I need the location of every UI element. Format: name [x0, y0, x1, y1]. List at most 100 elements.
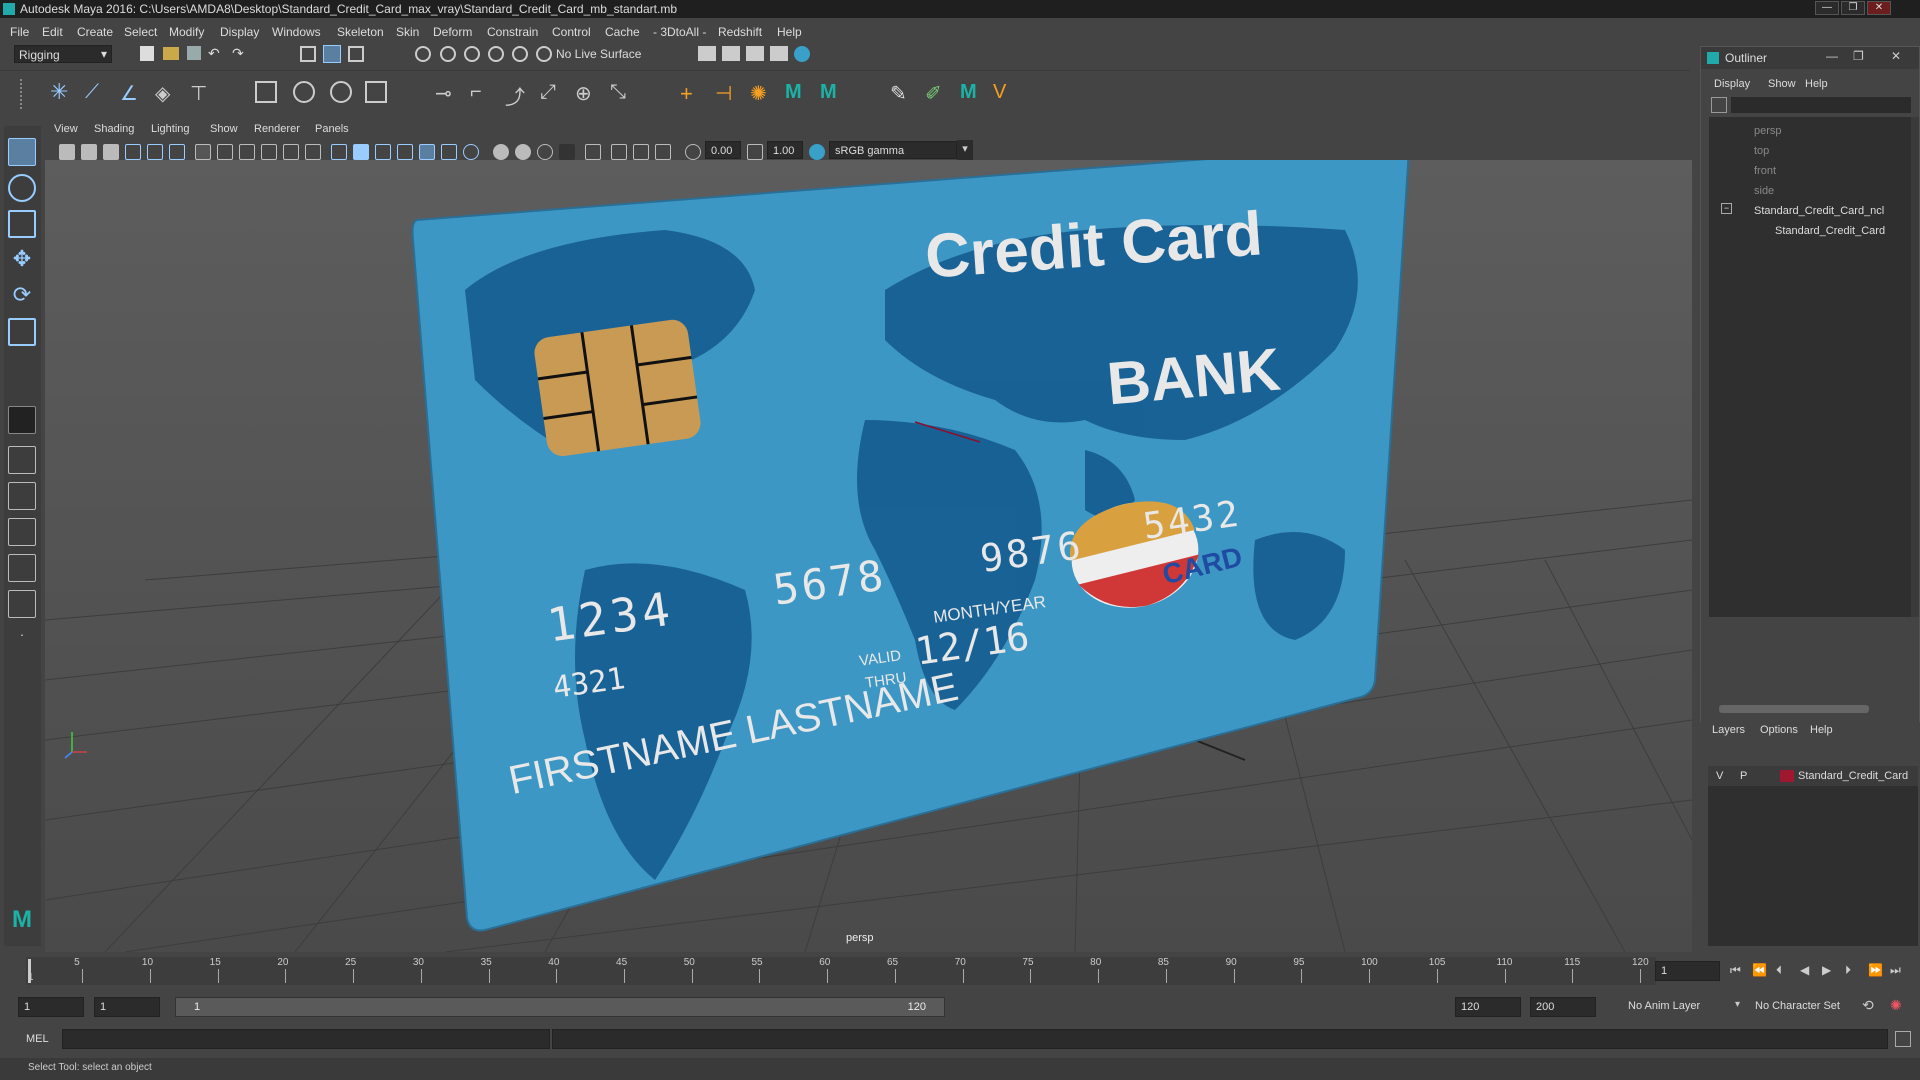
snap-live-icon[interactable] — [536, 46, 552, 62]
play-back-button[interactable]: ◀ — [1800, 963, 1809, 977]
layer-color-swatch[interactable] — [1780, 770, 1794, 782]
menu-redshift[interactable]: Redshift — [718, 25, 762, 39]
select-component-icon[interactable] — [348, 46, 364, 62]
smooth-shade-icon[interactable] — [353, 144, 369, 160]
layer-visibility-toggle[interactable]: V — [1716, 770, 1723, 782]
menu-file[interactable]: File — [10, 25, 29, 39]
grease-pencil-icon[interactable] — [169, 144, 185, 160]
menu-skeleton[interactable]: Skeleton — [337, 25, 384, 39]
outliner-item-side[interactable]: side — [1754, 185, 1774, 197]
outliner-menu-show[interactable]: Show — [1768, 78, 1796, 90]
outliner-maximize-button[interactable]: ❐ — [1853, 49, 1864, 63]
end-time-field[interactable]: 200 — [1530, 997, 1596, 1017]
menu-3dtoall[interactable]: - 3DtoAll - — [653, 25, 706, 39]
side-by-side-icon[interactable] — [8, 482, 36, 510]
outliner-item-group[interactable]: Standard_Credit_Card_ncl — [1754, 205, 1884, 217]
xray-components-icon[interactable] — [655, 144, 671, 160]
layer-name[interactable]: Standard_Credit_Card — [1798, 770, 1908, 782]
layer-playback-toggle[interactable]: P — [1740, 770, 1747, 782]
outliner-filter-icon[interactable] — [1711, 97, 1727, 113]
start-time-field[interactable]: 1 — [18, 997, 84, 1017]
menu-windows[interactable]: Windows — [272, 25, 321, 39]
lattice-icon[interactable] — [330, 81, 352, 103]
locator-icon[interactable]: + — [680, 81, 702, 106]
layers-help-menu[interactable]: Help — [1810, 724, 1833, 736]
paint-weights-icon[interactable]: ✎ — [890, 81, 912, 105]
textured-icon[interactable] — [419, 144, 435, 160]
select-camera-icon[interactable] — [59, 144, 75, 160]
gamma-icon[interactable] — [747, 144, 763, 160]
blend-shape-icon[interactable]: V — [993, 81, 1015, 103]
move-tool-icon[interactable]: ✥ — [8, 246, 36, 274]
close-button[interactable]: ✕ — [1867, 1, 1891, 15]
minimize-button[interactable]: — — [1815, 1, 1839, 15]
open-scene-icon[interactable] — [163, 47, 179, 60]
menu-cache[interactable]: Cache — [605, 25, 640, 39]
film-gate-icon[interactable] — [217, 144, 233, 160]
sculpt-icon[interactable]: ✺ — [750, 81, 772, 105]
viewport-scene[interactable] — [45, 120, 1692, 952]
layers-menu[interactable]: Layers — [1712, 724, 1745, 736]
outliner-item-front[interactable]: front — [1754, 165, 1776, 177]
hik-skeleton-icon[interactable]: M — [960, 81, 982, 103]
range-slider[interactable]: 1 120 — [175, 997, 945, 1017]
isolate-select-icon[interactable] — [585, 144, 601, 160]
maximize-button[interactable]: ❐ — [1841, 1, 1865, 15]
exposure-field[interactable]: 0.00 — [705, 141, 741, 159]
color-management-icon[interactable] — [809, 144, 825, 160]
cluster-icon[interactable] — [365, 81, 387, 103]
ipr-render-icon[interactable] — [746, 46, 764, 61]
color-space-dropdown[interactable]: sRGB gamma — [829, 141, 957, 159]
step-back-key-button[interactable]: ⏪ — [1752, 963, 1767, 977]
menu-deform[interactable]: Deform — [433, 25, 472, 39]
bind-skin-icon[interactable] — [255, 81, 277, 103]
panel-menu-shading[interactable]: Shading — [94, 123, 134, 135]
chevron-down-icon[interactable]: ▾ — [957, 140, 973, 160]
orient-joint-icon[interactable]: ⊤ — [190, 81, 212, 105]
layer-row[interactable]: V P Standard_Credit_Card — [1708, 766, 1918, 786]
field-chart-icon[interactable] — [283, 144, 299, 160]
render-frame-icon[interactable] — [722, 46, 740, 61]
outliner-item-top[interactable]: top — [1754, 145, 1769, 157]
pole-vector-icon[interactable]: ⤡ — [610, 81, 632, 103]
menu-help[interactable]: Help — [777, 25, 802, 39]
parent-constraint-icon[interactable]: ⊕ — [575, 81, 597, 105]
ssao-icon[interactable] — [493, 144, 509, 160]
hik-icon[interactable]: M — [785, 81, 807, 103]
menu-skin[interactable]: Skin — [396, 25, 419, 39]
hik-character-icon[interactable]: M — [820, 81, 842, 103]
wireframe-on-shaded-icon[interactable] — [397, 144, 413, 160]
scale-constraint-icon[interactable]: ⤢ — [540, 81, 562, 103]
safe-action-icon[interactable] — [305, 144, 321, 160]
outliner-minimize-button[interactable]: — — [1826, 49, 1838, 63]
playback-start-field[interactable]: 1 — [94, 997, 160, 1017]
layers-options-menu[interactable]: Options — [1760, 724, 1798, 736]
collapse-icon[interactable]: − — [1721, 203, 1732, 214]
menu-modify[interactable]: Modify — [169, 25, 204, 39]
smooth-bind-icon[interactable] — [293, 81, 315, 103]
snap-point-icon[interactable] — [464, 46, 480, 62]
xray-joints-icon[interactable] — [633, 144, 649, 160]
select-object-icon[interactable] — [323, 45, 341, 63]
paint-select-icon[interactable] — [8, 210, 36, 238]
2d-pan-icon[interactable] — [147, 144, 163, 160]
animation-prefs-icon[interactable]: ✺ — [1890, 997, 1902, 1014]
playback-end-field[interactable]: 120 — [1455, 997, 1521, 1017]
exposure-icon[interactable] — [685, 144, 701, 160]
viewport-3d[interactable]: Credit Card BANK 1234 5678 9876 5432 432… — [45, 120, 1692, 952]
scale-tool-icon[interactable] — [8, 318, 36, 346]
outliner-item-mesh[interactable]: Standard_Credit_Card — [1775, 225, 1885, 237]
menu-create[interactable]: Create — [77, 25, 113, 39]
menu-select[interactable]: Select — [124, 25, 157, 39]
mirror-joint-icon[interactable]: ◈ — [155, 81, 177, 105]
menu-edit[interactable]: Edit — [42, 25, 63, 39]
outliner-close-button[interactable]: ✕ — [1891, 49, 1901, 63]
step-forward-frame-button[interactable]: ⏵ — [1845, 963, 1851, 978]
snap-curve-icon[interactable] — [440, 46, 456, 62]
step-back-frame-button[interactable]: ⏴ — [1776, 963, 1782, 978]
render-view-icon[interactable] — [698, 46, 716, 61]
new-scene-icon[interactable] — [140, 46, 154, 61]
four-view-icon[interactable] — [8, 446, 36, 474]
outliner-hscrollbar[interactable] — [1719, 705, 1869, 713]
time-slider[interactable]: 1 5 10 15 20 25 30 35 40 45 50 55 60 65 70 75 80 85 90 95 1… — [0, 955, 1901, 987]
